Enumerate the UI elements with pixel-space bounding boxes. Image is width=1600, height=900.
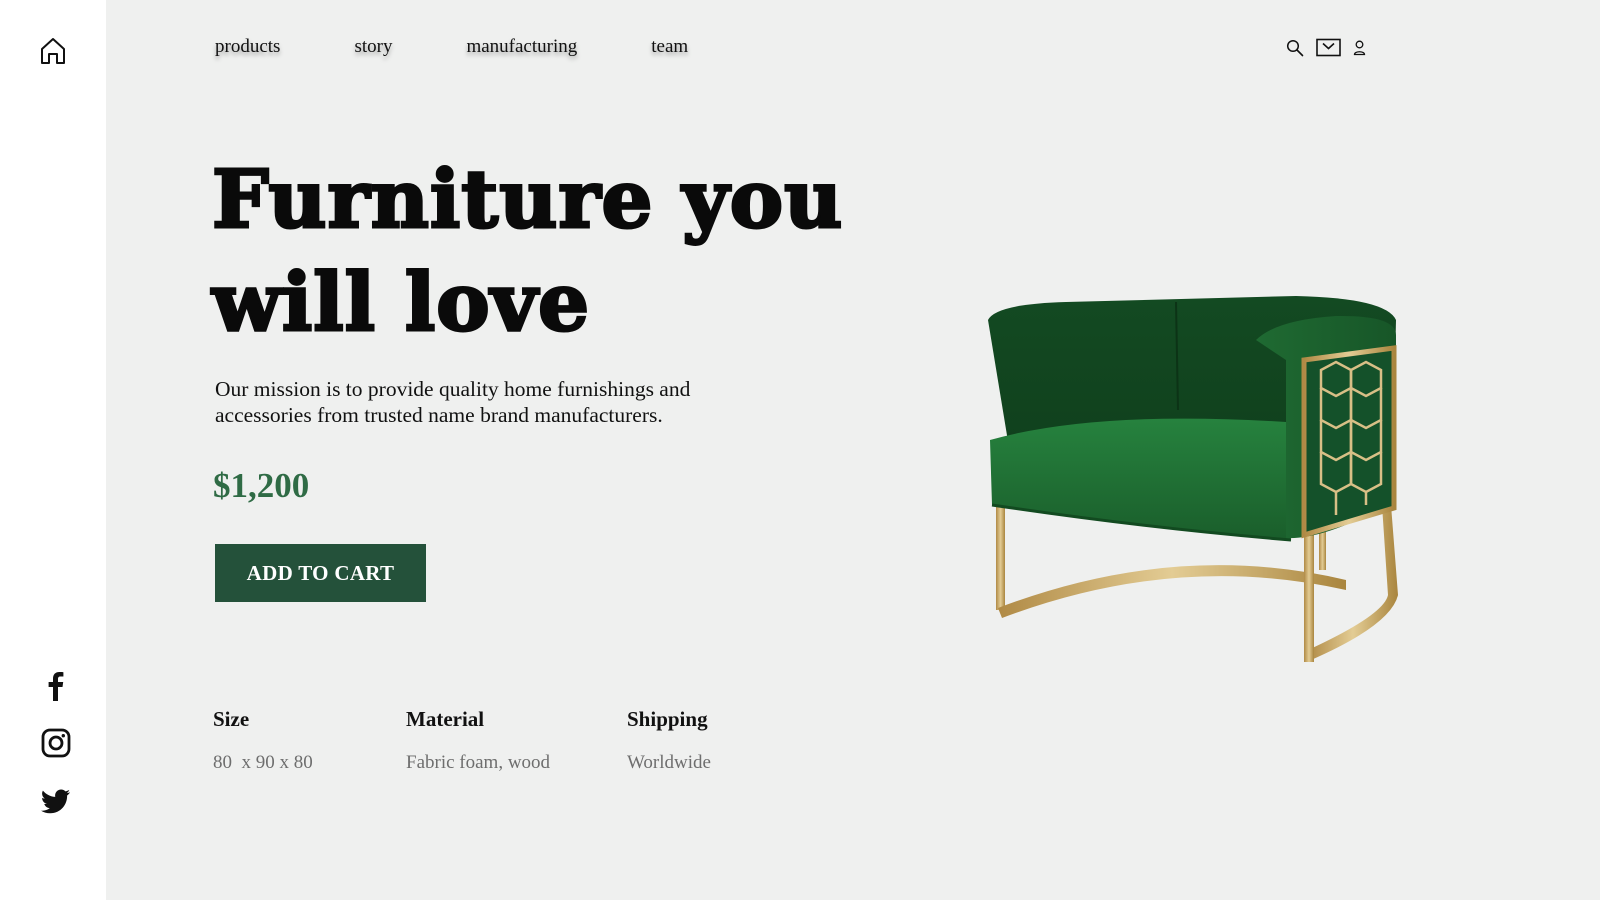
- spec-shipping: Shipping Worldwide: [627, 707, 711, 774]
- spec-size: Size 80 x 90 x 80: [213, 707, 313, 774]
- spec-shipping-label: Shipping: [627, 707, 708, 731]
- nav-story[interactable]: story: [354, 36, 392, 58]
- hero-headline: Furniture you will love: [210, 148, 972, 354]
- nav-products[interactable]: products: [215, 36, 280, 58]
- spec-shipping-value: Worldwide: [627, 752, 711, 773]
- spec-size-value: 80 x 90 x 80: [213, 752, 313, 773]
- spec-material: Material Fabric foam, wood: [406, 707, 550, 774]
- top-nav: products story manufacturing team: [215, 36, 762, 58]
- cart-icon[interactable]: [1316, 38, 1341, 62]
- nav-team[interactable]: team: [651, 36, 688, 58]
- headline-line-2: will love: [210, 254, 591, 351]
- spec-size-label: Size: [213, 707, 250, 731]
- user-icon[interactable]: [1353, 40, 1366, 61]
- spec-material-label: Material: [406, 707, 485, 731]
- facebook-icon[interactable]: [40, 669, 72, 701]
- price: $1,200: [213, 466, 310, 505]
- nav-manufacturing[interactable]: manufacturing: [466, 36, 577, 58]
- home-icon[interactable]: [40, 37, 66, 65]
- spec-material-value: Fabric foam, wood: [406, 752, 551, 773]
- mission-text: Our mission is to provide quality home f…: [215, 377, 691, 427]
- product-image-armchair: [986, 290, 1426, 680]
- instagram-icon[interactable]: [40, 727, 72, 759]
- twitter-icon[interactable]: [40, 785, 72, 817]
- sidebar: [0, 0, 106, 900]
- search-icon[interactable]: [1286, 39, 1304, 62]
- main-content: products story manufacturing team Furnit…: [106, 0, 1600, 900]
- add-to-cart-button[interactable]: ADD TO CART: [215, 544, 426, 602]
- headline-line-1: Furniture you: [210, 151, 844, 248]
- header-icons: [1286, 38, 1378, 62]
